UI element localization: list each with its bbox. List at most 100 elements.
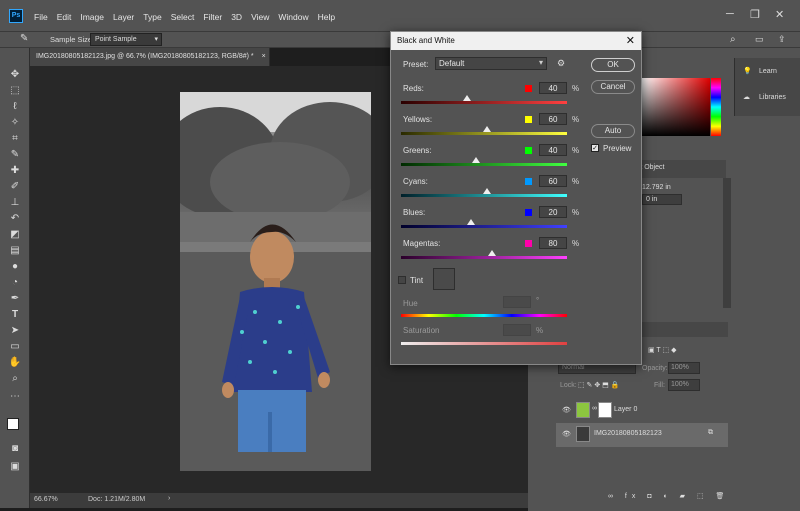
workspace-icon[interactable]: ▭ (755, 34, 764, 45)
auto-button[interactable]: Auto (591, 124, 635, 138)
y-field[interactable]: 0 in (642, 194, 682, 205)
tint-color-swatch[interactable] (433, 268, 455, 290)
slider-value-field[interactable]: 40 (539, 82, 567, 94)
eyedropper-tool-icon[interactable]: ✎ (20, 33, 28, 44)
slider-track[interactable] (401, 256, 567, 259)
slider-value-field[interactable]: 60 (539, 113, 567, 125)
document-image[interactable] (180, 92, 371, 471)
quick-select-tool-icon[interactable]: ✧ (8, 116, 22, 130)
sample-size-select[interactable]: Point Sample ▾ (90, 33, 162, 46)
properties-scrollbar[interactable] (723, 178, 731, 308)
brush-tool-icon[interactable]: ✐ (8, 180, 22, 194)
path-select-icon[interactable]: ➤ (8, 324, 22, 338)
layer-row[interactable]: 👁 IMG20180805182123 ⧉ (556, 423, 728, 447)
hue-strip[interactable] (711, 78, 721, 136)
learn-label[interactable]: Learn (759, 68, 777, 75)
cancel-button[interactable]: Cancel (591, 80, 635, 94)
layer-name[interactable]: Layer 0 (614, 406, 637, 413)
opacity-field[interactable]: 100% (668, 362, 700, 374)
menu-help[interactable]: Help (318, 12, 335, 22)
slider-thumb[interactable] (463, 95, 471, 101)
menu-window[interactable]: Window (278, 12, 308, 22)
eraser-tool-icon[interactable]: ◩ (8, 228, 22, 242)
lasso-tool-icon[interactable]: ℓ (8, 100, 22, 114)
chain-link-icon[interactable]: ∞ (592, 405, 597, 412)
menu-layer[interactable]: Layer (113, 12, 134, 22)
slider-track[interactable] (401, 132, 567, 135)
close-window-icon[interactable]: ✕ (775, 8, 784, 21)
slider-thumb[interactable] (483, 126, 491, 132)
marquee-tool-icon[interactable]: ⬚ (8, 84, 22, 98)
hue-track[interactable] (401, 314, 567, 317)
type-tool-icon[interactable]: T (8, 308, 22, 322)
zoom-level[interactable]: 66.67% (34, 496, 58, 503)
lock-icons[interactable]: ⬚ ✎ ✥ ⬒ 🔒 (578, 381, 619, 389)
zoom-tool-icon[interactable]: ⌕ (8, 372, 22, 386)
quick-mask-icon[interactable]: ◙ (8, 442, 22, 456)
close-tab-icon[interactable]: × (262, 53, 266, 60)
color-picker-field[interactable] (642, 78, 710, 136)
libraries-label[interactable]: Libraries (759, 94, 786, 101)
clone-stamp-icon[interactable]: ⊥ (8, 196, 22, 210)
history-brush-icon[interactable]: ↶ (8, 212, 22, 226)
slider-thumb[interactable] (467, 219, 475, 225)
more-tools-icon[interactable]: ⋯ (8, 390, 22, 404)
healing-brush-icon[interactable]: ✚ (8, 164, 22, 178)
menu-3d[interactable]: 3D (231, 12, 242, 22)
dodge-tool-icon[interactable]: ◔ (8, 276, 22, 290)
slider-thumb[interactable] (472, 157, 480, 163)
ok-button[interactable]: OK (591, 58, 635, 72)
blur-tool-icon[interactable]: ● (8, 260, 22, 274)
menu-select[interactable]: Select (171, 12, 195, 22)
pen-tool-icon[interactable]: ✒ (8, 292, 22, 306)
layer-row[interactable]: 👁 ∞ Layer 0 (556, 399, 728, 423)
rectangle-tool-icon[interactable]: ▭ (8, 340, 22, 354)
preset-options-gear-icon[interactable]: ⚙ (557, 58, 565, 69)
menu-file[interactable]: File (34, 12, 48, 22)
slider-thumb[interactable] (483, 188, 491, 194)
menu-filter[interactable]: Filter (203, 12, 222, 22)
slider-track[interactable] (401, 163, 567, 166)
slider-track[interactable] (401, 194, 567, 197)
restore-icon[interactable]: ❐ (750, 8, 760, 21)
search-icon[interactable]: ⌕ (730, 34, 736, 45)
preset-select[interactable]: Default ▾ (435, 57, 547, 70)
layer-footer-icons[interactable]: ∞ fx ◘ ◐ ▰ ⬚ 🗑 (608, 492, 729, 500)
eyedropper-icon[interactable]: ✎ (8, 148, 22, 162)
gradient-tool-icon[interactable]: ▤ (8, 244, 22, 258)
fill-field[interactable]: 100% (668, 379, 700, 391)
saturation-field[interactable] (503, 324, 531, 336)
tint-checkbox[interactable] (398, 276, 406, 284)
slider-value-field[interactable]: 40 (539, 144, 567, 156)
chevron-down-icon: ▾ (538, 58, 543, 67)
share-icon[interactable]: ⇪ (778, 34, 786, 45)
visibility-eye-icon[interactable]: 👁 (562, 430, 571, 438)
slider-track[interactable] (401, 225, 567, 228)
slider-value-field[interactable]: 80 (539, 237, 567, 249)
minimize-icon[interactable]: ─ (726, 8, 734, 20)
dialog-title-bar[interactable]: Black and White (391, 32, 641, 50)
status-arrow-icon[interactable]: › (168, 495, 170, 502)
preview-checkbox[interactable]: ✓ (591, 144, 599, 152)
screen-mode-icon[interactable]: ▣ (8, 460, 22, 474)
slider-value-field[interactable]: 60 (539, 175, 567, 187)
crop-tool-icon[interactable]: ⌗ (8, 132, 22, 146)
slider-value-field[interactable]: 20 (539, 206, 567, 218)
visibility-eye-icon[interactable]: 👁 (562, 406, 571, 414)
saturation-track[interactable] (401, 342, 567, 345)
close-icon[interactable]: ✕ (626, 32, 635, 50)
hand-tool-icon[interactable]: ✋ (8, 356, 22, 370)
menu-type[interactable]: Type (143, 12, 161, 22)
slider-thumb[interactable] (488, 250, 496, 256)
layer-filter-icons[interactable]: ▣ T ⬚ ◆ (648, 346, 676, 354)
hue-field[interactable] (503, 296, 531, 308)
menu-image[interactable]: Image (80, 12, 104, 22)
foreground-color-swatch[interactable] (7, 418, 19, 430)
slider-track[interactable] (401, 101, 567, 104)
layer-mask-thumbnail[interactable] (598, 402, 612, 418)
layer-name[interactable]: IMG20180805182123 (594, 430, 662, 437)
move-tool-icon[interactable]: ✥ (8, 68, 22, 82)
menu-edit[interactable]: Edit (57, 12, 72, 22)
document-tab[interactable]: IMG20180805182123.jpg @ 66.7% (IMG201808… (30, 48, 270, 66)
menu-view[interactable]: View (251, 12, 269, 22)
